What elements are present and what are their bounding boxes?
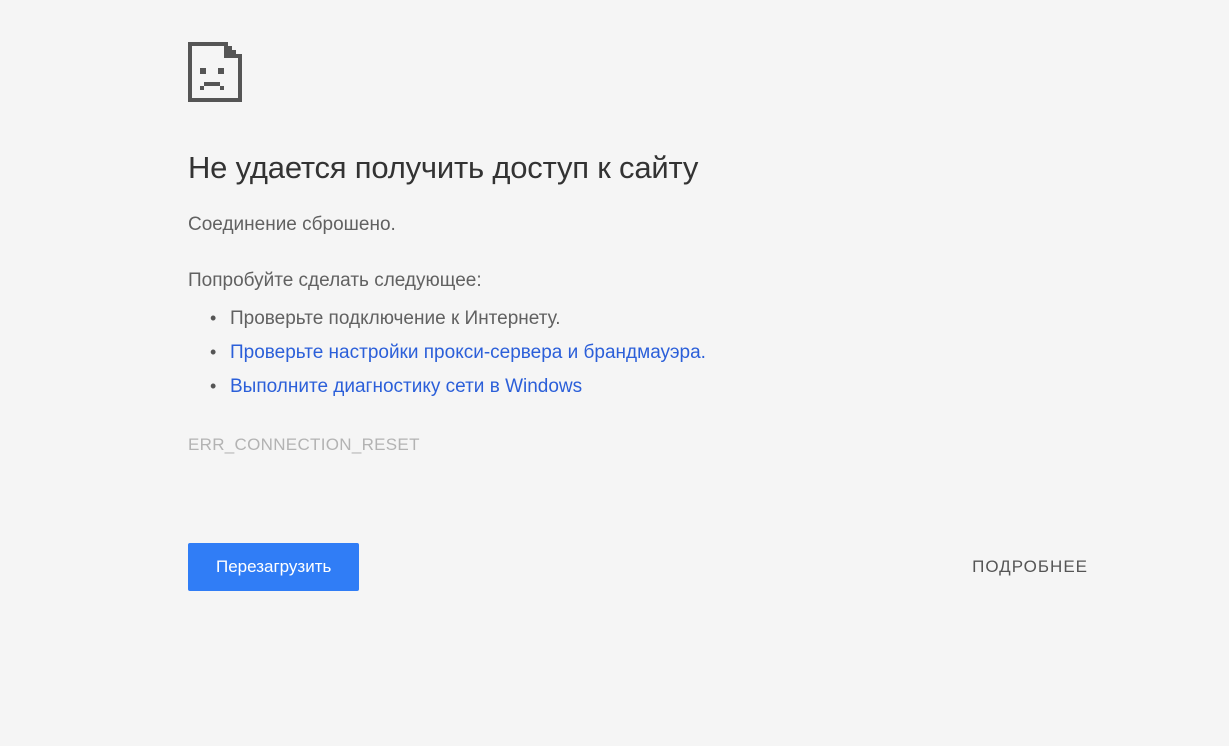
error-title: Не удается получить доступ к сайту — [188, 150, 920, 186]
suggestion-item[interactable]: Проверьте настройки прокси-сервера и бра… — [230, 336, 920, 370]
reload-button[interactable]: Перезагрузить — [188, 543, 359, 591]
details-button[interactable]: ПОДРОБНЕЕ — [968, 547, 1092, 587]
try-label: Попробуйте сделать следующее: — [188, 270, 920, 292]
button-row: Перезагрузить ПОДРОБНЕЕ — [188, 543, 1092, 591]
suggestion-item[interactable]: Выполните диагностику сети в Windows — [230, 370, 920, 404]
error-page: Не удается получить доступ к сайту Соеди… — [0, 0, 920, 591]
suggestion-item: Проверьте подключение к Интернету. — [230, 302, 920, 336]
error-subtitle: Соединение сброшено. — [188, 214, 920, 236]
sad-document-icon — [188, 42, 920, 102]
error-code: ERR_CONNECTION_RESET — [188, 435, 920, 455]
suggestions-list: Проверьте подключение к Интернету.Провер… — [230, 302, 920, 405]
